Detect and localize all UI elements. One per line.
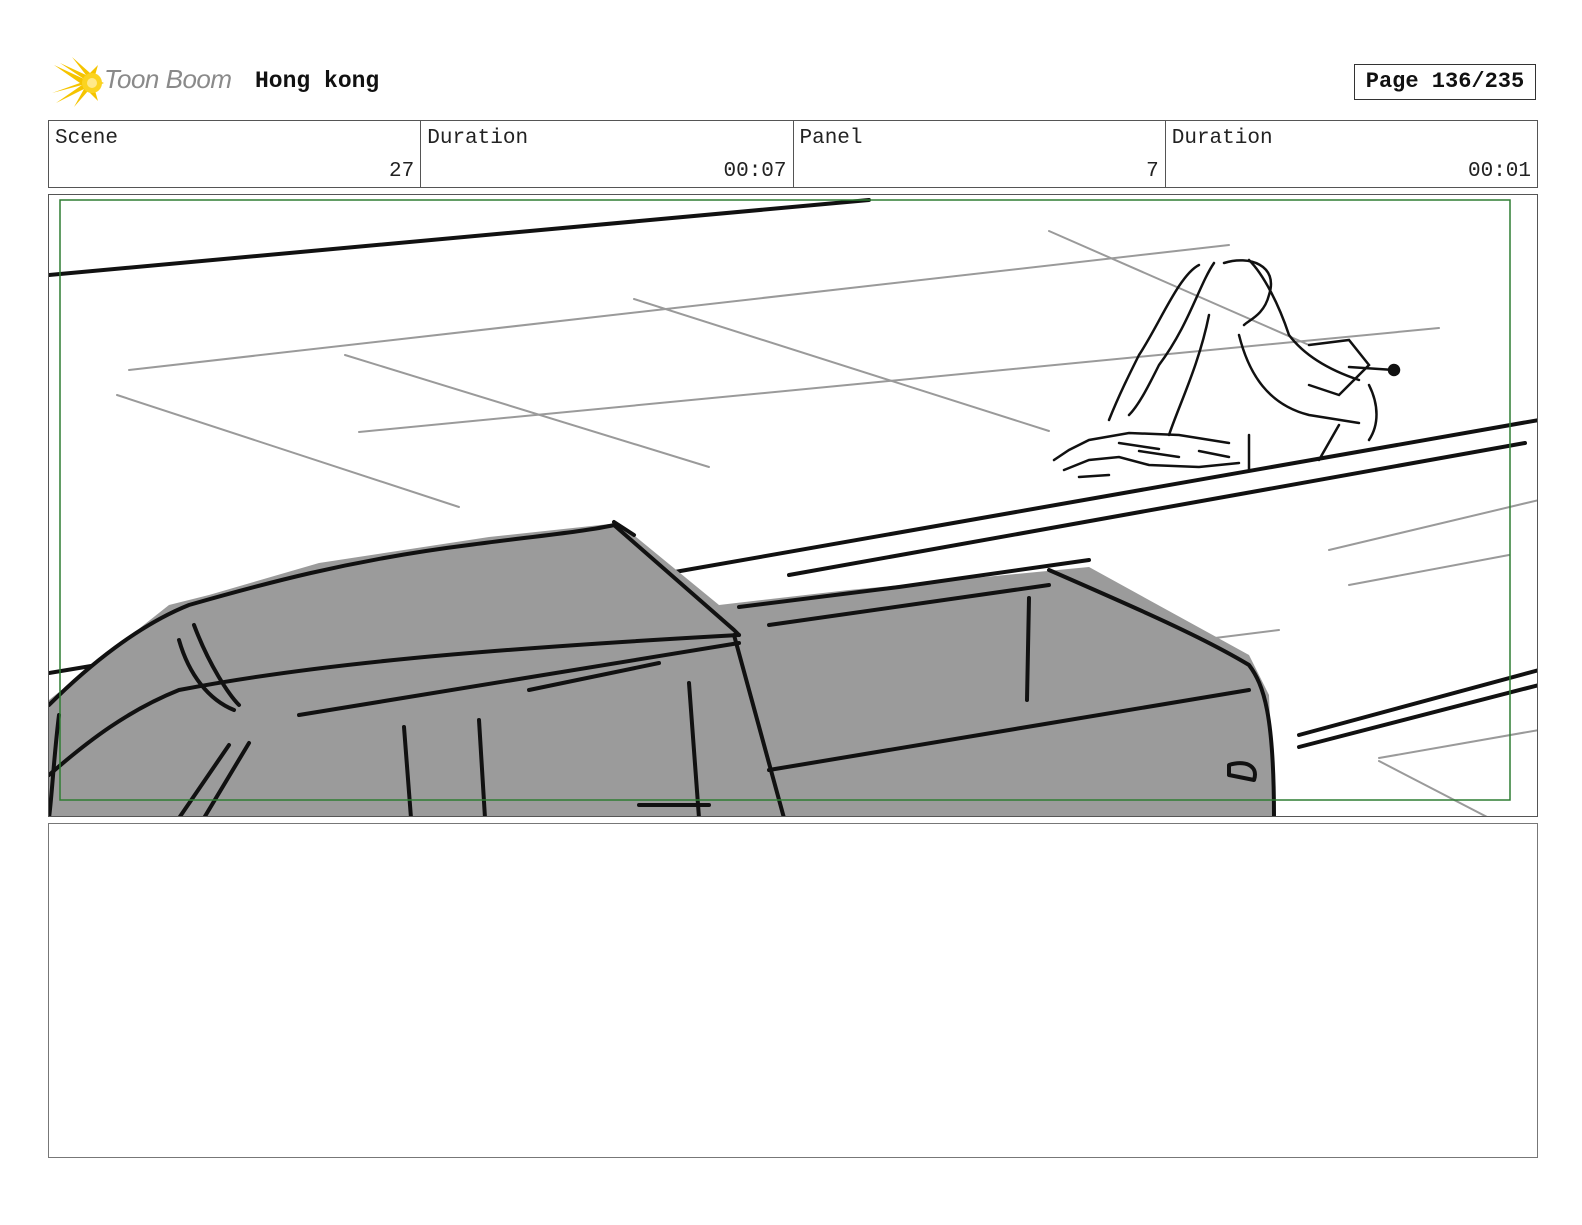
storyboard-panel: [48, 194, 1538, 817]
panel-duration-label: Duration: [1171, 127, 1273, 150]
scene-duration-cell: Duration 00:07: [421, 121, 794, 187]
panel-label: Panel: [799, 127, 863, 150]
panel-sketch: [49, 198, 1537, 816]
page-number: Page 136/235: [1354, 64, 1536, 100]
scene-cell: Scene 27: [49, 121, 422, 187]
panel-value: 7: [1146, 160, 1159, 183]
logo-text: Toon Boom: [104, 64, 232, 94]
scene-label: Scene: [55, 127, 119, 150]
info-row: Scene 27 Duration 00:07 Panel 7 Duration…: [48, 120, 1538, 188]
panel-duration-cell: Duration 00:01: [1166, 121, 1537, 187]
project-title: Hong kong: [255, 68, 380, 94]
notes-area: [48, 823, 1538, 1158]
scene-duration-label: Duration: [427, 127, 529, 150]
scene-value: 27: [389, 160, 415, 183]
scene-duration-value: 00:07: [723, 160, 787, 183]
panel-duration-value: 00:01: [1467, 160, 1531, 183]
panel-cell: Panel 7: [794, 121, 1166, 187]
